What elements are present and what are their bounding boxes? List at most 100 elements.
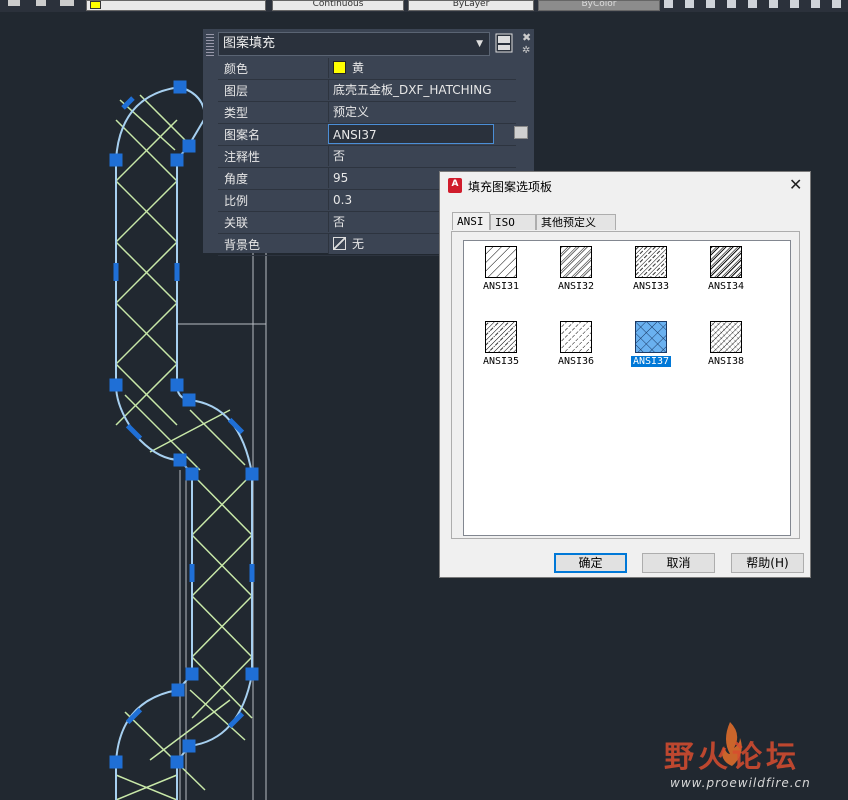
chevron-down-icon: ▼ xyxy=(476,39,483,49)
tab-iso[interactable]: ISO xyxy=(490,214,536,230)
tab-label: ISO xyxy=(495,216,515,229)
property-value[interactable]: 黄 xyxy=(328,58,516,78)
tab-label: 其他预定义 xyxy=(541,216,596,229)
pattern-swatch xyxy=(485,246,517,278)
lineweight-dropdown[interactable]: ByLayer xyxy=(408,0,534,11)
close-icon[interactable]: ✕ xyxy=(789,175,802,194)
help-button[interactable]: 帮助(H) xyxy=(731,553,804,573)
quick-select-icon[interactable] xyxy=(494,32,514,54)
tab-ansi[interactable]: ANSI xyxy=(452,212,490,230)
property-label: 背景色 xyxy=(224,238,261,252)
object-type-select[interactable]: 图案填充 ▼ xyxy=(218,32,490,56)
property-value[interactable]: 底壳五金板_DXF_HATCHING xyxy=(328,80,516,100)
watermark: 野火论坛 www.proewildfire.cn xyxy=(664,720,848,800)
grip-point xyxy=(182,739,196,753)
grip-point xyxy=(227,417,245,435)
pattern-label: ANSI32 xyxy=(557,281,595,292)
property-row-type[interactable]: 类型 预定义 xyxy=(218,102,516,124)
toolbar-icons[interactable] xyxy=(664,0,848,8)
watermark-url: www.proewildfire.cn xyxy=(670,776,811,790)
plotstyle-dropdown[interactable]: ByColor xyxy=(538,0,660,11)
color-swatch xyxy=(90,1,101,9)
pattern-swatch xyxy=(560,321,592,353)
autocad-app-icon: A xyxy=(448,178,462,193)
object-type-value: 图案填充 xyxy=(223,36,276,51)
property-value[interactable]: 否 xyxy=(328,146,516,166)
hatch-line xyxy=(189,409,246,466)
grip-point xyxy=(185,667,199,681)
pattern-swatch xyxy=(485,321,517,353)
pattern-label: ANSI34 xyxy=(707,281,745,292)
grip-point xyxy=(113,263,119,281)
property-value[interactable]: 预定义 xyxy=(328,102,516,122)
grip-point xyxy=(170,153,184,167)
no-fill-icon xyxy=(333,237,346,250)
grip-point xyxy=(170,755,184,769)
linetype-dropdown[interactable]: Continuous xyxy=(272,0,404,11)
grip-point xyxy=(245,467,259,481)
linetype-value: Continuous xyxy=(312,0,364,9)
grip-point xyxy=(185,467,199,481)
plotstyle-value: ByColor xyxy=(581,0,617,9)
grip-point xyxy=(182,139,196,153)
pattern-item-ansi37[interactable]: ANSI37 xyxy=(621,318,681,378)
property-row-layer[interactable]: 图层 底壳五金板_DXF_HATCHING xyxy=(218,80,516,102)
pattern-swatch xyxy=(710,321,742,353)
pattern-item-ansi34[interactable]: ANSI34 xyxy=(696,243,756,303)
hatch-line xyxy=(119,99,176,151)
pattern-swatch xyxy=(635,321,667,353)
pattern-swatch xyxy=(560,246,592,278)
grip-point xyxy=(174,263,180,281)
ok-button[interactable]: 确定 xyxy=(554,553,627,573)
grip-point xyxy=(170,378,184,392)
grip-point xyxy=(109,755,123,769)
grip-point xyxy=(171,683,185,697)
pattern-label: ANSI35 xyxy=(482,356,520,367)
layer-icon-2[interactable] xyxy=(36,0,46,6)
property-label: 图案名 xyxy=(224,128,261,142)
pattern-label: ANSI37 xyxy=(630,356,672,367)
grip-point xyxy=(189,564,195,582)
pattern-item-ansi35[interactable]: ANSI35 xyxy=(471,318,531,378)
pattern-item-ansi32[interactable]: ANSI32 xyxy=(546,243,606,303)
property-label: 图层 xyxy=(224,84,249,98)
hatch-line xyxy=(139,94,186,141)
watermark-brand: 野火论坛 xyxy=(664,740,800,775)
property-label: 颜色 xyxy=(224,62,249,76)
tab-label: ANSI xyxy=(457,215,484,228)
pattern-item-ansi33[interactable]: ANSI33 xyxy=(621,243,681,303)
match-icon[interactable] xyxy=(60,0,74,6)
pattern-item-ansi31[interactable]: ANSI31 xyxy=(471,243,531,303)
property-row-annotative[interactable]: 注释性 否 xyxy=(218,146,516,168)
pattern-label: ANSI36 xyxy=(557,356,595,367)
tab-other-predefined[interactable]: 其他预定义 xyxy=(536,214,616,230)
pattern-name-value: ANSI37 xyxy=(333,128,377,142)
grip-point xyxy=(173,453,187,467)
pattern-swatch xyxy=(710,246,742,278)
color-dropdown[interactable] xyxy=(86,0,266,11)
tab-panel: ANSI31 ANSI32 ANSI33 ANSI34 ANSI35 ANSI3… xyxy=(451,231,800,539)
grip-point xyxy=(245,667,259,681)
property-row-color[interactable]: 颜色 黄 xyxy=(218,58,516,80)
dialog-title: 填充图案选项板 xyxy=(468,180,553,194)
cancel-button[interactable]: 取消 xyxy=(642,553,715,573)
pattern-list[interactable]: ANSI31 ANSI32 ANSI33 ANSI34 ANSI35 ANSI3… xyxy=(463,240,791,536)
color-value: 黄 xyxy=(352,61,365,75)
pattern-item-ansi38[interactable]: ANSI38 xyxy=(696,318,756,378)
grip-point xyxy=(249,564,255,582)
property-label: 注释性 xyxy=(224,150,261,164)
lineweight-value: ByLayer xyxy=(452,0,490,9)
layer-icon[interactable] xyxy=(8,0,20,6)
pattern-item-ansi36[interactable]: ANSI36 xyxy=(546,318,606,378)
property-row-pattern-name[interactable]: 图案名 ANSI37 xyxy=(218,124,528,146)
pattern-swatch xyxy=(635,246,667,278)
property-label: 角度 xyxy=(224,172,249,186)
close-icon[interactable]: ✖ xyxy=(522,31,531,44)
grip-point xyxy=(109,378,123,392)
color-swatch-icon xyxy=(333,61,346,74)
pattern-name-field[interactable]: ANSI37 xyxy=(328,124,494,144)
pattern-label: ANSI31 xyxy=(482,281,520,292)
palette-grip[interactable] xyxy=(206,32,214,56)
gear-icon[interactable]: ✲ xyxy=(522,45,530,56)
browse-pattern-icon[interactable] xyxy=(514,126,528,139)
